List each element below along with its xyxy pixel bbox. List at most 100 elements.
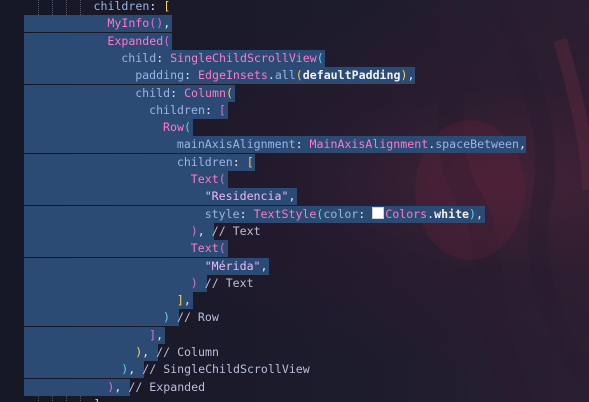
- code-text: children: [: [177, 154, 254, 171]
- code-token: :: [232, 154, 247, 169]
- code-line[interactable]: child: Column(: [0, 84, 589, 102]
- indent-guide: [51, 0, 53, 15]
- code-line[interactable]: MyInfo(),: [0, 15, 589, 33]
- code-text: ]: [94, 396, 101, 402]
- code-token: ): [190, 223, 198, 238]
- code-token: ): [190, 275, 198, 290]
- code-comment: // Text: [211, 223, 261, 238]
- code-token: ]: [94, 397, 101, 402]
- code-text: ) // Text: [191, 275, 254, 292]
- code-token: MainAxisAlignment: [309, 137, 429, 152]
- indent-guide: [51, 395, 53, 402]
- code-token: Expanded: [107, 33, 164, 48]
- code-text: child: Column(: [135, 85, 233, 102]
- code-token: :: [149, 0, 164, 13]
- code-token: ,: [288, 189, 296, 204]
- code-text: ), // Text: [191, 223, 261, 240]
- indent-guide: [65, 0, 67, 15]
- code-line[interactable]: ) // Row: [0, 309, 589, 327]
- code-line[interactable]: ), // Column: [0, 344, 589, 361]
- code-token: ]: [176, 293, 184, 308]
- code-text: "Mérida",: [205, 258, 268, 275]
- code-token: children: [149, 102, 205, 117]
- code-token: :: [170, 85, 185, 100]
- code-text: Text(: [191, 171, 226, 188]
- code-line[interactable]: ), // Expanded: [0, 378, 589, 396]
- code-token: ,: [476, 206, 483, 221]
- code-line[interactable]: children: [: [0, 0, 589, 15]
- code-text: Row(: [163, 119, 191, 136]
- code-token: spaceBetween: [435, 137, 519, 152]
- code-line[interactable]: Expanded(: [0, 32, 589, 50]
- code-line[interactable]: "Residencia",: [0, 188, 589, 206]
- code-line[interactable]: padding: EdgeInsets.all(defaultPadding),: [0, 67, 589, 85]
- code-token: ,: [114, 379, 129, 394]
- code-token: ): [163, 310, 170, 325]
- code-line[interactable]: "Mérida",: [0, 257, 589, 275]
- code-text: children: [: [149, 102, 226, 119]
- code-token: :: [184, 68, 199, 83]
- code-token: SingleChildScrollView: [170, 50, 317, 65]
- code-line[interactable]: ],: [0, 326, 589, 344]
- indent-guide: [79, 395, 81, 402]
- code-token: [: [246, 154, 254, 169]
- code-token: ,: [156, 327, 164, 342]
- code-line[interactable]: mainAxisAlignment: MainAxisAlignment.spa…: [0, 136, 589, 154]
- selection-highlight: [24, 309, 179, 327]
- code-text: padding: EdgeInsets.all(defaultPadding),: [135, 67, 414, 84]
- color-swatch-icon[interactable]: [372, 206, 385, 219]
- code-line[interactable]: Row(: [0, 119, 589, 137]
- code-token: :: [204, 102, 219, 117]
- code-text: ), // SingleChildScrollView: [121, 361, 309, 378]
- code-token: "Residencia": [204, 189, 289, 204]
- code-token: defaultPadding: [302, 68, 401, 83]
- code-token: Column: [184, 85, 226, 100]
- code-text: Expanded(: [107, 33, 170, 50]
- code-token: TextStyle: [253, 206, 317, 221]
- code-token: MyInfo: [107, 16, 150, 31]
- code-line[interactable]: child: SingleChildScrollView(: [0, 49, 589, 67]
- code-line[interactable]: ), // SingleChildScrollView: [0, 361, 589, 379]
- code-comment: // Expanded: [128, 379, 206, 394]
- code-comment: // SingleChildScrollView: [142, 362, 310, 377]
- selection-highlight: [24, 292, 193, 310]
- selection-highlight: [24, 222, 214, 240]
- indent-guide: [65, 395, 67, 402]
- code-token: Row: [163, 120, 184, 135]
- code-token: ,: [407, 68, 415, 83]
- code-line[interactable]: Text(: [0, 240, 589, 258]
- code-line[interactable]: ) // Text: [0, 274, 589, 292]
- code-line[interactable]: children: [: [0, 153, 589, 171]
- code-line[interactable]: Text(: [0, 171, 589, 188]
- code-text: MyInfo(),: [107, 15, 170, 32]
- code-text: children: [: [94, 0, 171, 15]
- code-token: ): [469, 206, 477, 221]
- code-text: mainAxisAlignment: MainAxisAlignment.spa…: [177, 136, 526, 153]
- code-token: :: [156, 50, 171, 65]
- code-token: (: [183, 120, 191, 135]
- selection-highlight: [24, 326, 165, 344]
- code-comment: // Text: [204, 275, 254, 290]
- code-token: (: [218, 172, 226, 186]
- code-comment: // Row: [176, 310, 219, 325]
- code-token: child: [135, 85, 171, 100]
- code-comment: // Column: [156, 345, 219, 359]
- code-text: ), // Expanded: [107, 379, 205, 396]
- code-token: "Mérida": [204, 258, 261, 273]
- code-token: [: [218, 102, 226, 117]
- code-token: Text: [190, 241, 219, 256]
- code-token: Colors: [385, 206, 428, 221]
- code-token: color: [323, 206, 359, 221]
- code-text: ],: [149, 327, 163, 344]
- code-line[interactable]: ), // Text: [0, 222, 589, 240]
- code-token: children: [93, 0, 150, 13]
- code-editor[interactable]: children: [MyInfo(), Expanded(child: Sing…: [0, 0, 589, 402]
- code-token: padding: [135, 68, 185, 83]
- code-line[interactable]: ]: [0, 395, 589, 402]
- indent-guide: [37, 395, 39, 402]
- code-line[interactable]: children: [: [0, 101, 589, 119]
- code-line[interactable]: ],: [0, 292, 589, 310]
- code-token: (: [316, 50, 324, 65]
- code-line[interactable]: style: TextStyle(color: Colors.white),: [0, 205, 589, 223]
